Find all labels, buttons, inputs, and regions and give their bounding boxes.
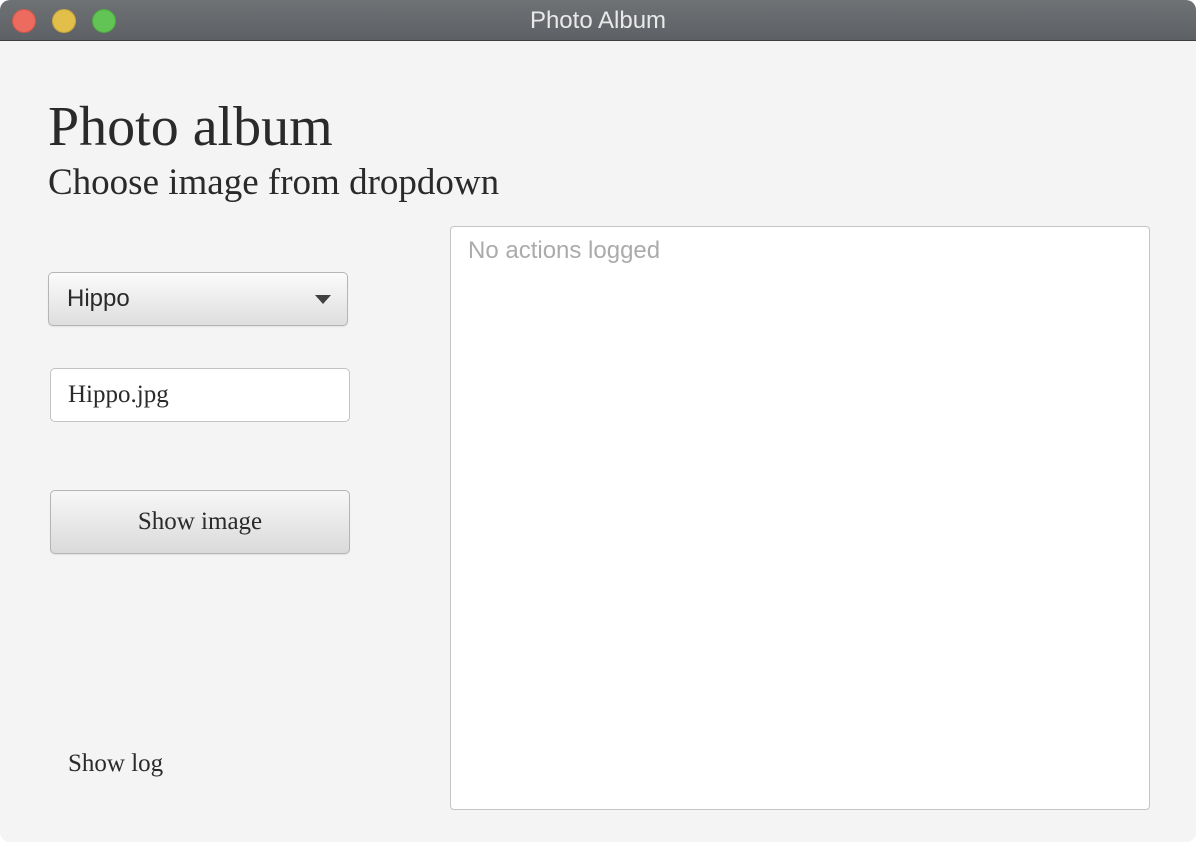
- page-title: Photo album: [48, 96, 333, 158]
- chevron-down-icon: [315, 295, 331, 304]
- title-bar[interactable]: Photo Album: [0, 0, 1196, 41]
- app-window: Photo Album Photo album Choose image fro…: [0, 0, 1196, 842]
- filename-input[interactable]: [50, 368, 350, 422]
- show-log-link[interactable]: Show log: [68, 744, 163, 784]
- image-dropdown-value: Hippo: [67, 285, 130, 312]
- window-title: Photo Album: [529, 7, 667, 34]
- page-subtitle: Choose image from dropdown: [48, 162, 500, 203]
- show-image-button[interactable]: Show image: [50, 490, 350, 554]
- log-textarea[interactable]: [450, 226, 1150, 810]
- image-dropdown[interactable]: Hippo: [48, 272, 348, 326]
